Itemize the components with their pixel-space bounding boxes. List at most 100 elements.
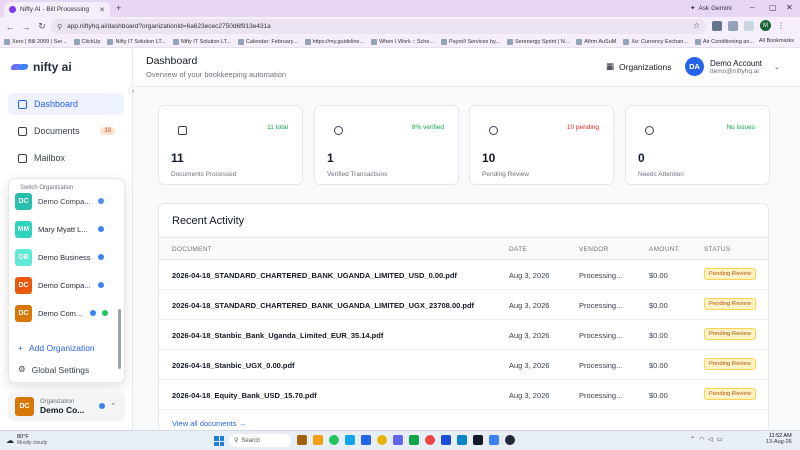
bookmark-item[interactable]: ClickUp <box>73 38 100 45</box>
app-icon[interactable] <box>297 435 307 445</box>
reload-icon[interactable]: ↻ <box>36 21 48 32</box>
wifi-icon[interactable]: ◠ <box>699 436 704 443</box>
check-circle-icon <box>334 126 343 135</box>
ask-gemini-button[interactable]: ✦ Ask Gemini <box>690 4 732 13</box>
avatar: DA <box>685 57 704 76</box>
bookmark-item[interactable]: https://my.guideline... <box>304 38 364 45</box>
bookmark-label: Air Conditioning an... <box>702 38 754 45</box>
bookmark-item[interactable]: Afirm AuSuM <box>576 38 616 45</box>
bookmark-item[interactable]: Payroll Services by... <box>441 38 500 45</box>
edge-icon[interactable] <box>361 435 371 445</box>
org-option[interactable]: DC Demo Compa... <box>15 273 117 297</box>
document-icon <box>18 126 27 136</box>
bookmark-favicon-icon <box>73 38 80 45</box>
document-vendor: Processing... <box>579 361 623 370</box>
org-option[interactable]: MM Mary Myatt L... <box>15 217 117 241</box>
bookmark-label: Nifty IT Solution LT... <box>180 38 231 45</box>
extension-icon[interactable] <box>712 20 722 31</box>
bookmark-item[interactable]: Xe: Currency Exchan... <box>623 38 688 45</box>
sidebar-item-label: Dashboard <box>34 99 79 109</box>
stat-value: 11 <box>171 151 184 165</box>
minimize-icon[interactable]: – <box>750 3 754 12</box>
table-row[interactable]: 2026-04-18_Stanbic_UGX_0.00.pdf Aug 3, 20… <box>159 351 768 380</box>
app-icon[interactable] <box>489 435 499 445</box>
document-date: Aug 3, 2026 <box>509 271 550 280</box>
org-status-dot <box>98 282 104 288</box>
account-menu[interactable]: DA Demo Account demo@niftyhq.ai ⌄ <box>685 57 780 76</box>
stat-card-documents: 11 total 11 Documents Processed <box>158 105 303 185</box>
org-option-current[interactable]: DC Demo Com... <box>15 301 117 325</box>
chrome-icon[interactable] <box>425 435 435 445</box>
back-icon[interactable]: ← <box>4 22 16 32</box>
global-settings-button[interactable]: ⚙ Global Settings <box>18 364 89 375</box>
switcher-scrollbar[interactable] <box>118 309 121 369</box>
section-title: Recent Activity <box>172 215 245 227</box>
address-bar[interactable]: ⚲ app.niftyhq.ai/dashboard?organizationI… <box>51 19 706 34</box>
add-organization-button[interactable]: + Add Organization <box>18 343 95 353</box>
bookmark-item[interactable]: Calendar: February... <box>237 38 298 45</box>
table-row[interactable]: 2026-04-18_STANDARD_CHARTERED_BANK_UGAND… <box>159 261 768 290</box>
forward-icon[interactable]: → <box>20 22 32 32</box>
document-vendor: Processing... <box>579 301 623 310</box>
chevron-up-icon[interactable]: ⌃ <box>690 436 695 443</box>
chrome-icon[interactable] <box>377 435 387 445</box>
x-icon[interactable] <box>473 435 483 445</box>
current-organization-card[interactable]: DC Organization Demo Co... ⌃ <box>8 392 125 421</box>
bookmark-item[interactable]: Nifty IT Solution LT... <box>172 38 231 45</box>
org-option[interactable]: DB Demo Business <box>15 245 117 269</box>
sidebar-item-label: Documents <box>34 126 80 136</box>
bookmark-item[interactable]: Serenergy Sprint | N... <box>506 38 569 45</box>
stat-value: 10 <box>482 151 496 165</box>
close-window-icon[interactable]: ✕ <box>786 3 793 12</box>
site-info-icon[interactable]: ⚲ <box>57 23 62 31</box>
teams-icon[interactable] <box>393 435 403 445</box>
taskbar-search-label: Search <box>241 437 261 444</box>
volume-icon[interactable]: ◁ <box>708 436 713 443</box>
app-icon[interactable] <box>505 435 515 445</box>
brand-logo[interactable]: nifty ai <box>11 60 72 74</box>
bookmark-item[interactable]: Nifty IT Solution LT... <box>107 38 166 45</box>
org-option[interactable]: DC Demo Compa... <box>15 189 117 213</box>
excel-icon[interactable] <box>409 435 419 445</box>
table-row[interactable]: 2026-04-18_Equity_Bank_USD_15.70.pdf Aug … <box>159 381 768 410</box>
all-bookmarks-button[interactable]: All Bookmarks <box>759 38 794 44</box>
browser-tab[interactable]: Nifty AI - Bill Processing ✕ <box>4 2 110 17</box>
outlook-icon[interactable] <box>345 435 355 445</box>
taskbar-apps <box>297 435 515 445</box>
bookmark-item[interactable]: Xero | Bill 2009 | Ser... <box>4 38 67 45</box>
bookmark-star-icon[interactable]: ☆ <box>693 21 700 30</box>
page-subtitle: Overview of your bookkeeping automation <box>146 70 287 79</box>
windows-start-icon[interactable] <box>214 436 224 446</box>
sidebar-item-dashboard[interactable]: Dashboard <box>8 93 124 115</box>
clock-icon <box>489 126 498 135</box>
tab-title: Nifty AI - Bill Processing <box>20 6 89 13</box>
stat-trend: 10 pending <box>566 124 599 131</box>
chrome-icon[interactable] <box>329 435 339 445</box>
profile-avatar[interactable]: M <box>760 20 771 31</box>
table-row[interactable]: 2026-04-18_Stanbic_Bank_Uganda_Limited_E… <box>159 321 768 350</box>
sidebar-item-documents[interactable]: Documents 10 <box>8 120 124 142</box>
account-name: Demo Account <box>710 58 763 68</box>
maximize-icon[interactable]: ▢ <box>769 3 777 12</box>
bookmark-item[interactable]: Air Conditioning an... <box>694 38 754 45</box>
clock-date: 13-Aug-26 <box>766 439 792 445</box>
bookmark-item[interactable]: When I Work :: Sche... <box>371 38 434 45</box>
view-all-documents-link[interactable]: View all documents → <box>172 419 246 428</box>
new-tab-icon[interactable]: + <box>116 3 121 13</box>
weather-widget[interactable]: ☁ 80°F Mostly cloudy <box>6 434 47 446</box>
sidebar-item-mailbox[interactable]: Mailbox <box>8 147 124 169</box>
word-icon[interactable] <box>441 435 451 445</box>
organizations-button[interactable]: ▦ Organizations <box>606 61 671 72</box>
menu-kebab-icon[interactable]: ⋮ <box>777 21 785 30</box>
folder-icon[interactable] <box>313 435 323 445</box>
system-clock[interactable]: 11:52 AM 13-Aug-26 <box>766 433 792 445</box>
battery-icon[interactable]: ▭ <box>717 436 723 443</box>
status-badge: Pending Review <box>704 268 756 280</box>
status-badge: Pending Review <box>704 328 756 340</box>
table-row[interactable]: 2026-04-18_STANDARD_CHARTERED_BANK_UGAND… <box>159 291 768 320</box>
extensions-puzzle-icon[interactable] <box>728 20 738 31</box>
app-icon[interactable] <box>457 435 467 445</box>
close-icon[interactable]: ✕ <box>99 6 105 14</box>
sidepanel-icon[interactable] <box>744 20 754 31</box>
taskbar-search[interactable]: ⚲ Search <box>229 434 291 447</box>
